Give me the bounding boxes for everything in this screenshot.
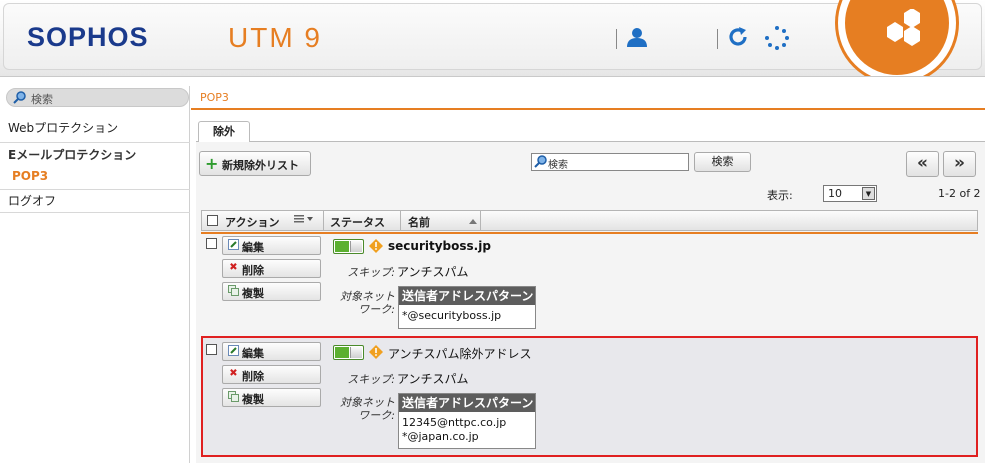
toggle-knob: [350, 347, 362, 358]
breadcrumb: POP3: [191, 86, 985, 110]
edit-icon: [228, 345, 239, 356]
column-status: ステータス: [330, 216, 385, 229]
per-page-value: 10: [828, 187, 842, 200]
select-all-checkbox[interactable]: [207, 215, 218, 226]
chevron-down-icon: ▼: [862, 187, 875, 200]
pattern-header: 送信者アドレスパターン: [399, 287, 535, 305]
target-label-line2: ワーク:: [358, 409, 395, 422]
info-warning-icon[interactable]: [369, 345, 383, 362]
edit-icon: [228, 239, 239, 250]
delete-label: 削除: [242, 264, 264, 277]
delete-icon: ✖: [229, 262, 238, 273]
edit-label: 編集: [242, 241, 264, 254]
skip-value: アンチスパム: [397, 372, 469, 386]
search-button[interactable]: 検索: [694, 152, 751, 172]
pattern-item: *@japan.co.jp: [402, 430, 479, 443]
header-panel: [3, 3, 982, 70]
sidebar: 検索 Webプロテクション Eメールプロテクション POP3 ログオフ: [0, 86, 190, 463]
column-name[interactable]: 名前: [408, 214, 430, 230]
row-name: securityboss.jp: [388, 239, 491, 253]
product-name: UTM 9: [228, 22, 322, 53]
target-label-line2: ワーク:: [358, 303, 395, 316]
next-page-button[interactable]: »: [943, 151, 976, 177]
sidebar-item-logoff[interactable]: ログオフ: [0, 189, 190, 213]
sidebar-item-email-protection[interactable]: Eメールプロテクション: [0, 146, 190, 164]
new-exception-list-label: 新規除外リスト: [222, 159, 299, 172]
row-checkbox[interactable]: [206, 344, 217, 355]
skip-label: スキップ:: [347, 266, 395, 279]
skip-value: アンチスパム: [397, 265, 469, 279]
pattern-item: *@securityboss.jp: [402, 309, 502, 322]
result-range: 1-2 of 2: [938, 187, 981, 200]
delete-label: 削除: [242, 370, 264, 383]
row-name: アンチスパム除外アドレス: [388, 347, 532, 361]
header-divider: [616, 29, 617, 49]
header-underline: [201, 232, 978, 234]
plus-icon: +: [205, 154, 219, 173]
pattern-item: 12345@nttpc.co.jp: [402, 416, 507, 429]
edit-button[interactable]: 編集: [222, 342, 321, 361]
app-header: SOPHOS UTM 9: [0, 0, 985, 77]
pattern-header: 送信者アドレスパターン: [399, 394, 535, 412]
header-divider: [717, 29, 718, 49]
table-row-selected: 編集 ✖ 削除 複製 アンチスパム除外アドレス スキップ: アンチスパム 対象ネ…: [201, 336, 978, 457]
delete-button[interactable]: ✖ 削除: [222, 365, 321, 384]
column-divider: [480, 211, 481, 230]
brand-logo: SOPHOS: [27, 22, 149, 52]
sender-pattern-table: 送信者アドレスパターン 12345@nttpc.co.jp *@japan.co…: [398, 393, 536, 449]
toggle-knob: [350, 241, 362, 252]
column-action: アクション: [225, 216, 280, 229]
sort-up-icon[interactable]: [468, 215, 478, 228]
toggle-on-indicator: [335, 241, 349, 252]
column-menu-icon[interactable]: [293, 213, 317, 228]
toggle-on-indicator: [335, 347, 349, 358]
spinner-icon: [764, 25, 790, 54]
row-checkbox[interactable]: [206, 238, 217, 249]
sidebar-item-web-protection[interactable]: Webプロテクション: [0, 119, 190, 143]
filter-search-input[interactable]: 検索: [531, 153, 689, 171]
search-placeholder: 検索: [31, 93, 53, 106]
clone-button[interactable]: 複製: [222, 282, 321, 301]
status-toggle[interactable]: [333, 239, 364, 254]
breadcrumb-pop3: POP3: [200, 91, 229, 104]
sender-pattern-table: 送信者アドレスパターン *@securityboss.jp: [398, 286, 536, 329]
table-header: アクション ステータス 名前: [201, 210, 978, 231]
sidebar-search-input[interactable]: 検索: [6, 88, 189, 107]
filter-search-value: 検索: [548, 160, 568, 171]
delete-button[interactable]: ✖ 削除: [222, 259, 321, 278]
status-toggle[interactable]: [333, 345, 364, 360]
table-row: 編集 ✖ 削除 複製 securityboss.jp スキップ: アンチスパム …: [201, 235, 978, 335]
clone-label: 複製: [242, 287, 264, 300]
refresh-icon[interactable]: [727, 26, 749, 51]
search-icon: [534, 155, 548, 171]
clone-icon: [228, 285, 239, 296]
search-icon: [13, 91, 27, 107]
skip-label: スキップ:: [347, 373, 395, 386]
tab-exceptions[interactable]: 除外: [198, 121, 250, 142]
hexagon-icon: [887, 9, 920, 46]
clone-button[interactable]: 複製: [222, 388, 321, 407]
clone-label: 複製: [242, 393, 264, 406]
edit-button[interactable]: 編集: [222, 236, 321, 255]
per-page-label: 表示:: [767, 189, 793, 202]
edit-label: 編集: [242, 347, 264, 360]
column-divider: [400, 211, 401, 230]
user-icon[interactable]: [626, 27, 648, 50]
new-exception-list-button[interactable]: + 新規除外リスト: [199, 151, 311, 176]
sidebar-item-pop3[interactable]: POP3: [0, 167, 190, 185]
delete-icon: ✖: [229, 368, 238, 379]
previous-page-button[interactable]: «: [906, 151, 939, 177]
info-warning-icon[interactable]: [369, 239, 383, 256]
per-page-select[interactable]: 10 ▼: [823, 185, 877, 202]
clone-icon: [228, 391, 239, 402]
column-divider: [323, 211, 324, 230]
